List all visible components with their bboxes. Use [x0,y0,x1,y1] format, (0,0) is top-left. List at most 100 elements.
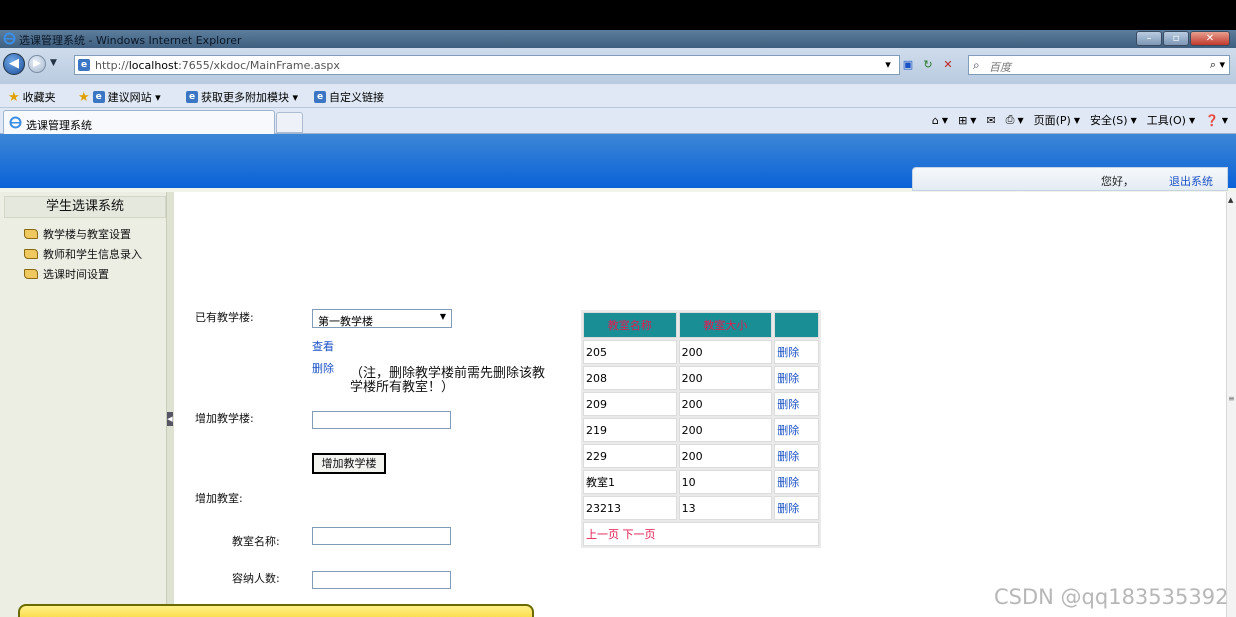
window-title: 选课管理系统 - Windows Internet Explorer [19,34,242,47]
window-controls: – ▫ ✕ [1135,31,1230,46]
room-name-input[interactable] [312,527,451,545]
mail-button[interactable]: ✉ [986,114,995,127]
delete-room-link[interactable]: 删除 [774,340,819,364]
vertical-scrollbar[interactable]: ▲ ≡ [1226,192,1236,617]
delete-building-link[interactable]: 删除 [312,360,334,376]
maximize-button[interactable]: ▫ [1163,31,1189,46]
add-favorite-icon: ★ [78,89,90,105]
table-row: 208 200 删除 [583,366,819,390]
forward-button[interactable]: ▶ [28,55,46,73]
room-size-cell: 200 [678,366,773,390]
room-size-cell: 200 [678,340,773,364]
page-menu[interactable]: 页面(P) ▼ [1034,112,1080,128]
safety-menu[interactable]: 安全(S) ▼ [1090,112,1137,128]
view-link[interactable]: 查看 [312,338,334,354]
delete-room-link[interactable]: 删除 [774,418,819,442]
main-content: 已有教学楼: 第一教学楼 ▼ 查看 删除 （注，删除教学楼前需先删除该教学楼所有… [174,192,1226,617]
feeds-button[interactable]: ⊞ ▼ [958,114,976,127]
building-select[interactable]: 第一教学楼 ▼ [312,309,452,328]
tab-row: 选课管理系统 ⌂ ▼ ⊞ ▼ ✉ ⎙ ▼ 页面(P) ▼ 安全(S) ▼ 工具(… [0,108,1236,134]
add-room-label: 增加教室: [195,492,243,505]
column-header-action [774,312,819,338]
window-titlebar: 选课管理系统 - Windows Internet Explorer – ▫ ✕ [0,30,1236,48]
building-name-input[interactable] [312,411,451,429]
user-strip: 您好， 退出系统 [912,167,1228,191]
minimize-button[interactable]: – [1136,31,1162,46]
delete-room-link[interactable]: 删除 [774,444,819,468]
custom-links-link[interactable]: e 自定义链接 [314,89,384,105]
rooms-table: 教室名称 教室大小 205 200 删除 208 200 删除 209 200 … [581,310,821,548]
refresh-icon[interactable]: ↻ [920,57,936,73]
table-row: 教室1 10 删除 [583,470,819,494]
addons-link[interactable]: e 获取更多附加模块 ▾ [186,89,298,105]
scroll-grip-icon[interactable]: ≡ [1228,394,1235,403]
address-bar-row: ◀ ▶ ▼ e http://localhost:7655/xkdoc/Main… [0,48,1236,84]
watermark-text: CSDN @qq183535392 [994,585,1229,609]
room-size-cell: 200 [678,444,773,468]
column-header-room-name[interactable]: 教室名称 [583,312,677,338]
add-building-label: 增加教学楼: [195,412,254,425]
capacity-input[interactable] [312,571,451,589]
address-tools: ▾ ▣ ↻ ✕ [880,57,956,73]
column-header-room-size[interactable]: 教室大小 [678,312,773,338]
greeting-text: 您好， [1101,175,1134,188]
back-button[interactable]: ◀ [3,53,25,75]
room-name-cell: 209 [583,392,677,416]
sidebar-item-teacher-student[interactable]: 教师和学生信息录入 [24,246,142,262]
address-input[interactable]: e http://localhost:7655/xkdoc/MainFrame.… [74,55,900,75]
stop-icon[interactable]: ✕ [940,57,956,73]
tools-menu[interactable]: 工具(O) ▼ [1147,112,1195,128]
tab-xuanke[interactable]: 选课管理系统 [3,110,275,134]
search-placeholder: 百度 [989,61,1011,74]
capacity-label: 容纳人数: [232,572,280,585]
sidebar-item-building-room[interactable]: 教学楼与教室设置 [24,226,131,242]
ie-page-icon: e [186,91,198,103]
help-button[interactable]: ❓ ▼ [1205,114,1228,127]
room-name-cell: 23213 [583,496,677,520]
sidebar: 学生选课系统 教学楼与教室设置 教师和学生信息录入 选课时间设置 [0,192,166,617]
add-building-button[interactable]: 增加教学楼 [312,453,386,474]
delete-room-link[interactable]: 删除 [774,392,819,416]
table-row: 205 200 删除 [583,340,819,364]
book-icon [24,269,38,279]
frame-splitter[interactable]: ◀ [166,192,174,617]
pager-row: 上一页 下一页 [583,522,819,546]
logout-link[interactable]: 退出系统 [1169,173,1213,189]
search-input[interactable]: ⌕ 百度 ⌕ ▾ [968,55,1230,75]
sidebar-item-time-setting[interactable]: 选课时间设置 [24,266,109,282]
chevron-down-icon: ▼ [439,312,446,321]
prev-page-link[interactable]: 上一页 [586,528,619,541]
close-button[interactable]: ✕ [1190,31,1230,46]
search-go-icon[interactable]: ⌕ ▾ [1210,58,1225,72]
new-tab-button[interactable] [276,112,303,133]
room-name-cell: 229 [583,444,677,468]
table-row: 209 200 删除 [583,392,819,416]
home-button[interactable]: ⌂ ▼ [932,114,948,127]
room-name-cell: 205 [583,340,677,364]
ie-logo-icon [9,116,22,129]
delete-room-link[interactable]: 删除 [774,496,819,520]
page-icon: e [78,59,90,71]
delete-note: （注，删除教学楼前需先删除该教学楼所有教室！） [350,366,546,395]
collapse-arrow-icon[interactable]: ◀ [167,412,173,426]
delete-room-link[interactable]: 删除 [774,470,819,494]
room-size-cell: 10 [678,470,773,494]
room-name-cell: 208 [583,366,677,390]
scroll-up-icon[interactable]: ▲ [1228,196,1233,204]
delete-room-link[interactable]: 删除 [774,366,819,390]
ie-page-icon: e [92,91,105,103]
compatibility-icon[interactable]: ▣ [900,57,916,73]
table-header-row: 教室名称 教室大小 [583,312,819,338]
star-icon: ★ [8,89,20,105]
address-dropdown-icon[interactable]: ▾ [880,57,896,73]
room-name-label: 教室名称: [232,535,280,548]
next-page-link[interactable]: 下一页 [623,528,656,541]
notification-popup[interactable] [18,604,534,617]
history-dropdown-icon[interactable]: ▼ [50,58,57,68]
suggested-sites-link[interactable]: ★ e 建议网站 ▾ [78,89,161,105]
page-viewport: 您好， 退出系统 学生选课系统 教学楼与教室设置 教师和学生信息录入 选课时间设… [0,134,1236,617]
favorites-button[interactable]: ★ 收藏夹 [8,89,56,105]
book-icon [24,249,38,259]
print-button[interactable]: ⎙ ▼ [1006,113,1024,127]
ie-page-icon: e [314,91,326,103]
